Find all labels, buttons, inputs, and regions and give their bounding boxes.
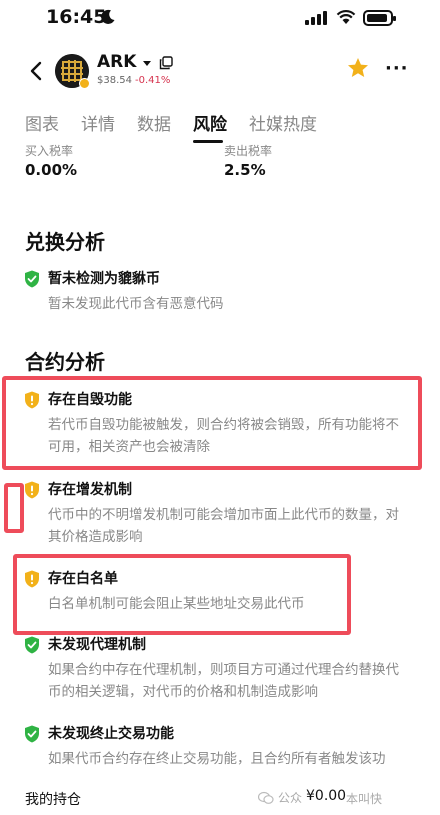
caret-down-icon[interactable]: [143, 61, 151, 66]
watermark-text: 公众: [278, 791, 303, 805]
risk-desc: 如果合约中存在代理机制，则项目方可通过代理合约替换代币的相关逻辑，对代币的价格和…: [48, 662, 399, 700]
contract-analysis-title: 合约分析: [25, 350, 105, 374]
chain-badge-icon: [79, 78, 90, 89]
star-icon[interactable]: [346, 56, 370, 80]
sell-tax-value: 2.5%: [224, 161, 266, 179]
back-icon[interactable]: [26, 58, 48, 84]
status-bar: 16:45: [0, 0, 440, 40]
risk-title: 存在增发机制: [48, 482, 132, 498]
wifi-icon: [336, 10, 356, 24]
token-change: -0.41%: [135, 75, 171, 86]
highlight-box: [13, 554, 351, 635]
token-symbol[interactable]: ARK: [97, 52, 136, 72]
highlight-box: [2, 376, 422, 470]
tab-risk[interactable]: 风险: [193, 110, 227, 135]
highlight-box: [4, 483, 24, 533]
sell-tax-label: 卖出税率: [224, 144, 273, 158]
holdings-label[interactable]: 我的持仓: [25, 789, 81, 809]
shield-check-icon: [25, 636, 39, 654]
risk-title: 未发现终止交易功能: [48, 726, 174, 742]
shield-check-icon: [25, 270, 39, 288]
tab-chart[interactable]: 图表: [25, 110, 59, 135]
risk-desc: 代币中的不明增发机制可能会增加市面上此代币的数量，对其价格造成影响: [48, 507, 399, 545]
holdings-value: ¥0.00: [306, 788, 347, 804]
risk-desc: 如果代币合约存在终止交易功能，且合约所有者触发该功: [48, 751, 386, 767]
status-time: 16:45: [46, 6, 107, 28]
token-header: ARK $38.54 -0.41% ···: [0, 44, 440, 98]
risk-title: 未发现代理机制: [48, 637, 146, 653]
watermark-text: 本叫快: [346, 792, 383, 806]
tab-active-indicator: [193, 140, 223, 143]
shield-warning-icon: [25, 481, 39, 499]
moon-icon: [101, 9, 115, 24]
battery-icon: [363, 10, 396, 26]
signal-icon: [305, 11, 327, 25]
shield-check-icon: [25, 725, 39, 743]
tab-bar: 图表 详情 数据 风险 社媒热度: [0, 104, 440, 144]
risk-title: 暂未检测为貔貅币: [48, 271, 160, 287]
more-icon[interactable]: ···: [385, 58, 409, 79]
bottom-bar: 我的持仓 公众 ¥0.00 本叫快: [0, 783, 440, 815]
tab-details[interactable]: 详情: [81, 110, 115, 135]
buy-tax-label: 买入税率: [25, 144, 74, 158]
exchange-analysis-title: 兑换分析: [25, 230, 105, 254]
copy-icon[interactable]: [159, 56, 173, 70]
tab-data[interactable]: 数据: [137, 110, 171, 135]
buy-tax-value: 0.00%: [25, 161, 78, 179]
wechat-icon: [258, 791, 274, 804]
risk-desc: 暂未发现此代币含有恶意代码: [48, 296, 224, 312]
tab-social[interactable]: 社媒热度: [249, 110, 317, 135]
token-price: $38.54: [97, 75, 132, 86]
